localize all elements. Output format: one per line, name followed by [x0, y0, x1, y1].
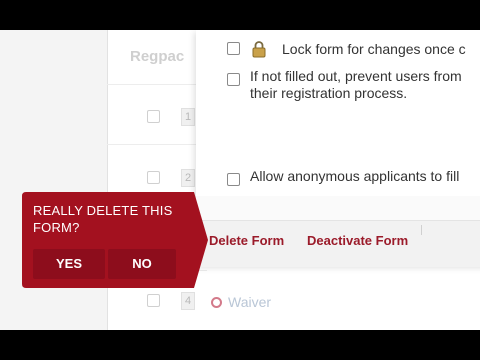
- lock-icon: [252, 41, 266, 58]
- prevent-users-label-line1: If not filled out, prevent users from: [250, 68, 462, 84]
- prevent-users-label-line2: their registration process.: [250, 85, 408, 101]
- footer-divider: [421, 225, 422, 235]
- confirm-yes-button[interactable]: YES: [33, 249, 105, 279]
- delete-form-link[interactable]: Delete Form: [209, 233, 284, 248]
- row-number: 1: [181, 108, 195, 126]
- row-checkbox[interactable]: [147, 110, 160, 123]
- confirm-question: REALLY DELETE THIS FORM?: [33, 203, 173, 235]
- app-viewport: Regpac 1 2 4 Waiver Lock form for change…: [0, 30, 480, 330]
- list-item-waiver[interactable]: Waiver: [211, 294, 271, 310]
- row-checkbox[interactable]: [147, 294, 160, 307]
- row-number: 2: [181, 169, 195, 187]
- delete-confirm-popover: REALLY DELETE THIS FORM? YES NO: [22, 192, 210, 288]
- anonymous-applicants-checkbox[interactable]: [227, 173, 240, 186]
- row-divider: [107, 84, 207, 85]
- list-header: Regpac: [130, 48, 185, 65]
- row-number: 4: [181, 292, 195, 310]
- status-dot-icon: [211, 296, 222, 308]
- prevent-users-checkbox[interactable]: [227, 73, 240, 86]
- row-divider: [107, 144, 207, 145]
- anonymous-applicants-label: Allow anonymous applicants to fill: [250, 168, 460, 184]
- form-name-link[interactable]: Waiver: [228, 294, 271, 310]
- deactivate-form-link[interactable]: Deactivate Form: [307, 233, 408, 248]
- form-settings-panel: Lock form for changes once c If not fill…: [196, 30, 480, 267]
- confirm-no-button[interactable]: NO: [108, 249, 176, 279]
- lock-form-checkbox[interactable]: [227, 42, 240, 55]
- lock-form-label: Lock form for changes once c: [282, 41, 466, 57]
- row-checkbox[interactable]: [147, 171, 160, 184]
